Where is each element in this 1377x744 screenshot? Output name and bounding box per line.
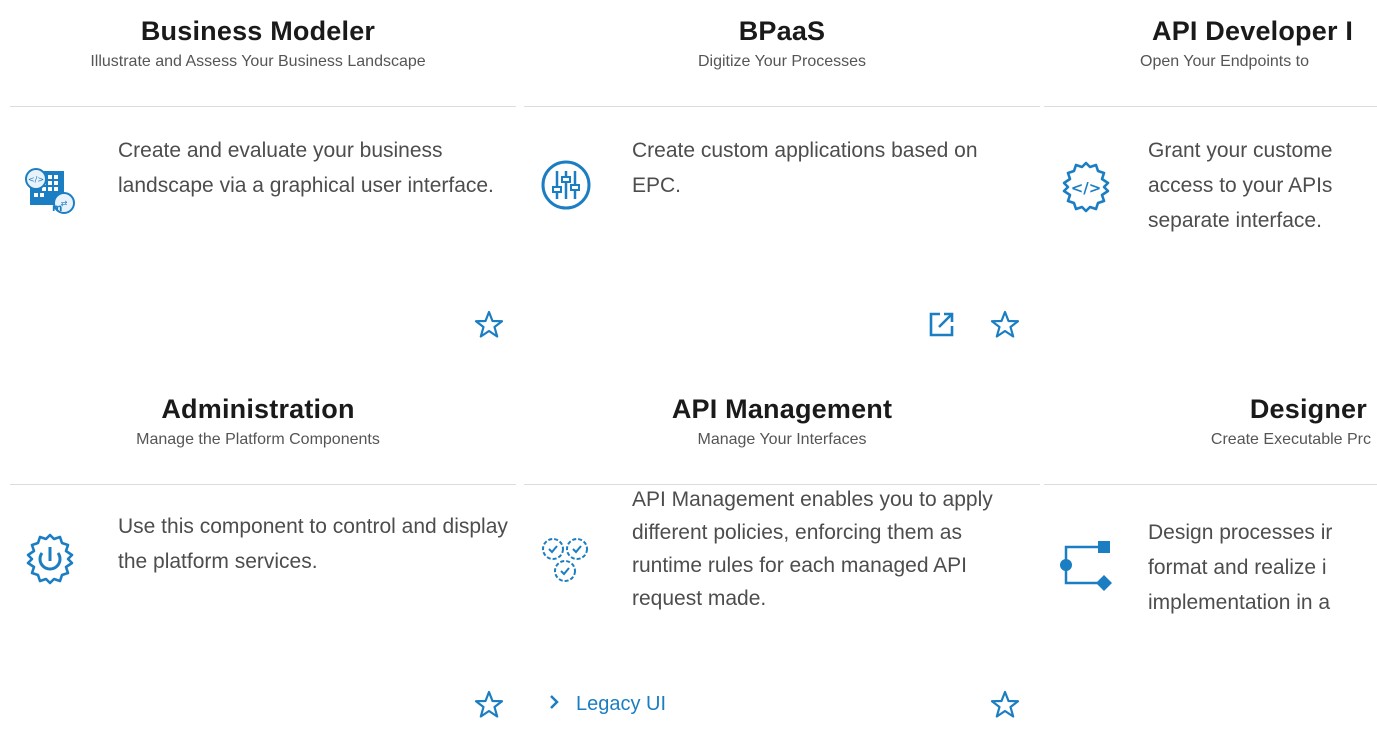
svg-text:</>: </> — [28, 175, 44, 184]
tile-actions — [0, 300, 516, 348]
tile-actions — [524, 300, 1040, 348]
business-modeler-icon: </> ⇄ m — [20, 157, 76, 214]
tile-description: Create custom applications based on EPC. — [632, 139, 978, 197]
tile-subtitle: Manage Your Interfaces — [697, 431, 867, 448]
chevron-right-icon — [544, 692, 564, 712]
open-external-icon[interactable] — [926, 310, 956, 340]
tile-header: BPaaS Digitize Your Processes — [524, 0, 1040, 106]
favorite-star-icon[interactable] — [474, 310, 504, 340]
tile-title: Designer — [1249, 394, 1367, 424]
tile-subtitle: Digitize Your Processes — [697, 53, 867, 70]
svg-text:</>: </> — [1071, 179, 1102, 197]
tile-subtitle: Manage the Platform Components — [136, 431, 380, 448]
tile-body: Use this component to control and displa… — [0, 485, 516, 685]
tile-subtitle: Illustrate and Assess Your Business Land… — [90, 53, 426, 70]
tile-title: Business Modeler — [140, 16, 376, 46]
tile-bpaas[interactable]: BPaaS Digitize Your Processes Create cus… — [524, 0, 1040, 366]
tile-administration[interactable]: Administration Manage the Platform Compo… — [0, 378, 516, 744]
tile-subtitle: Create Executable Prc — [1210, 431, 1371, 448]
tile-title: API Developer I — [1152, 16, 1354, 46]
legacy-ui-link[interactable]: Legacy UI — [544, 692, 666, 716]
flow-icon — [1056, 537, 1112, 593]
tile-description: Grant your custome access to your APIs s… — [1148, 139, 1333, 232]
tile-title: BPaaS — [738, 16, 826, 46]
tile-description: Create and evaluate your business landsc… — [118, 139, 494, 197]
tile-header: Administration Manage the Platform Compo… — [0, 378, 516, 484]
tile-subtitle: Open Your Endpoints to — [1140, 53, 1310, 70]
sliders-icon — [538, 157, 594, 213]
favorite-star-icon[interactable] — [990, 310, 1020, 340]
favorite-star-icon[interactable] — [474, 690, 504, 720]
favorite-star-icon[interactable] — [990, 690, 1020, 720]
tile-body: Design processes ir format and realize i… — [1044, 485, 1377, 685]
tile-header: API Management Manage Your Interfaces — [524, 378, 1040, 484]
tile-body: </> Grant your custome access to your AP… — [1044, 107, 1377, 307]
tile-description: Design processes ir format and realize i… — [1148, 521, 1333, 614]
tile-api-management[interactable]: API Management Manage Your Interfaces AP… — [524, 378, 1040, 744]
legacy-ui-label: Legacy UI — [576, 693, 667, 715]
tile-body: API Management enables you to apply diff… — [524, 485, 1040, 685]
tile-description: API Management enables you to apply diff… — [632, 488, 993, 610]
tile-body: Create custom applications based on EPC. — [524, 107, 1040, 307]
tile-body: </> ⇄ m Create and evaluate your busines… — [0, 107, 516, 307]
tile-business-modeler[interactable]: Business Modeler Illustrate and Assess Y… — [0, 0, 516, 366]
svg-text:m: m — [52, 203, 62, 214]
tile-header: API Developer I Open Your Endpoints to — [1044, 0, 1377, 106]
tile-title: API Management — [671, 394, 893, 424]
tile-header: Business Modeler Illustrate and Assess Y… — [0, 0, 516, 106]
tile-actions — [0, 678, 516, 726]
power-gear-icon — [20, 529, 76, 585]
tile-designer[interactable]: Designer Create Executable Prc Design pr… — [1044, 378, 1377, 744]
tile-api-developer[interactable]: API Developer I Open Your Endpoints to <… — [1044, 0, 1377, 366]
tile-header: Designer Create Executable Prc — [1044, 378, 1377, 484]
tile-title: Administration — [161, 394, 355, 424]
tile-description: Use this component to control and displa… — [118, 515, 508, 573]
code-gear-icon: </> — [1056, 157, 1112, 213]
gears-check-icon — [536, 533, 592, 589]
